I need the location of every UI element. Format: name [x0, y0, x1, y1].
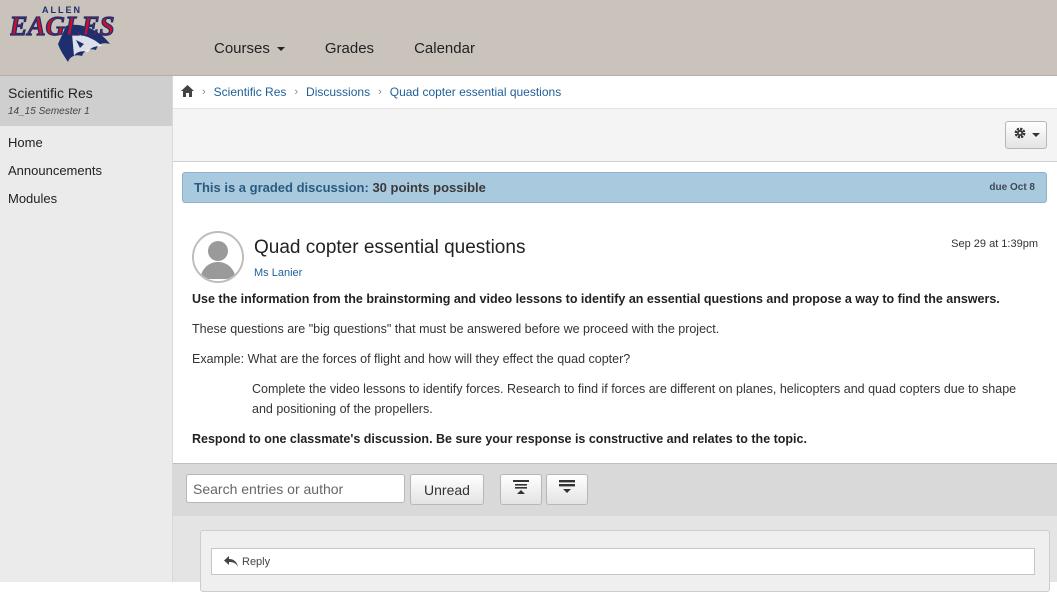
post-date: Sep 29 at 1:39pm	[951, 238, 1038, 250]
avatar[interactable]	[192, 231, 244, 283]
expand-replies-button[interactable]	[546, 474, 588, 505]
home-icon[interactable]	[181, 84, 194, 100]
course-name: Scientific Res	[8, 85, 93, 101]
collapse-replies-icon	[513, 480, 529, 499]
nav-calendar[interactable]: Calendar	[414, 40, 475, 57]
settings-menu-button[interactable]	[1005, 121, 1047, 149]
school-logo[interactable]: ALLEN EAGLES	[8, 4, 118, 72]
graded-prefix: This is a graded discussion:	[194, 180, 369, 195]
reply-button[interactable]: Reply	[211, 548, 1035, 575]
body-indented-paragraph: Complete the video lessons to identify f…	[252, 382, 1017, 416]
chevron-right-icon: ›	[294, 86, 299, 98]
due-date: due Oct 8	[989, 182, 1035, 193]
breadcrumb: › Scientific Res › Discussions › Quad co…	[173, 76, 1057, 109]
reply-arrow-icon	[224, 556, 238, 567]
breadcrumb-discussions[interactable]: Discussions	[306, 85, 370, 99]
body-paragraph: Respond to one classmate's discussion. B…	[192, 432, 807, 446]
body-paragraph: Example: What are the forces of flight a…	[192, 352, 631, 366]
global-header: ALLEN EAGLES Courses Grades Calendar	[0, 0, 1057, 76]
sidebar-item-announcements[interactable]: Announcements	[0, 157, 172, 185]
course-sidebar: Scientific Res 14_15 Semester 1 Home Ann…	[0, 76, 173, 582]
search-input[interactable]	[186, 474, 405, 503]
entries-area: Reply	[173, 516, 1057, 592]
entries-toolbar: Unread	[173, 463, 1057, 517]
gear-icon	[1013, 126, 1027, 145]
caret-down-icon	[276, 47, 285, 52]
collapse-replies-button[interactable]	[500, 474, 542, 505]
sidebar-item-modules[interactable]: Modules	[0, 185, 172, 213]
chevron-right-icon: ›	[378, 86, 382, 98]
body-paragraph: Use the information from the brainstormi…	[192, 292, 1000, 306]
discussion-title: Quad copter essential questions	[254, 237, 526, 258]
svg-text:EAGLES: EAGLES	[10, 11, 115, 41]
graded-info: This is a graded discussion: 30 points p…	[194, 180, 486, 195]
points-possible: 30 points possible	[372, 180, 486, 195]
sidebar-item-home[interactable]: Home	[0, 129, 172, 157]
discussion-toolbar	[173, 109, 1057, 162]
nav-grades[interactable]: Grades	[325, 40, 374, 57]
reply-label: Reply	[242, 555, 271, 568]
breadcrumb-topic[interactable]: Quad copter essential questions	[390, 85, 561, 99]
nav-courses[interactable]: Courses	[214, 40, 285, 57]
unread-button[interactable]: Unread	[410, 474, 484, 505]
course-title-box[interactable]: Scientific Res 14_15 Semester 1	[0, 76, 172, 126]
breadcrumb-course[interactable]: Scientific Res	[214, 85, 287, 99]
expand-replies-icon	[559, 480, 575, 499]
nav-courses-label: Courses	[214, 40, 270, 57]
caret-down-icon	[1031, 133, 1040, 137]
course-term: 14_15 Semester 1	[8, 106, 90, 117]
chevron-right-icon: ›	[202, 86, 206, 98]
top-navigation: Courses Grades Calendar	[214, 40, 515, 57]
author-link[interactable]: Ms Lanier	[254, 267, 302, 279]
reply-panel: Reply	[200, 530, 1050, 592]
body-paragraph: These questions are "big questions" that…	[192, 322, 720, 336]
graded-discussion-banner: This is a graded discussion: 30 points p…	[182, 172, 1047, 203]
main-content: › Scientific Res › Discussions › Quad co…	[173, 76, 1057, 592]
